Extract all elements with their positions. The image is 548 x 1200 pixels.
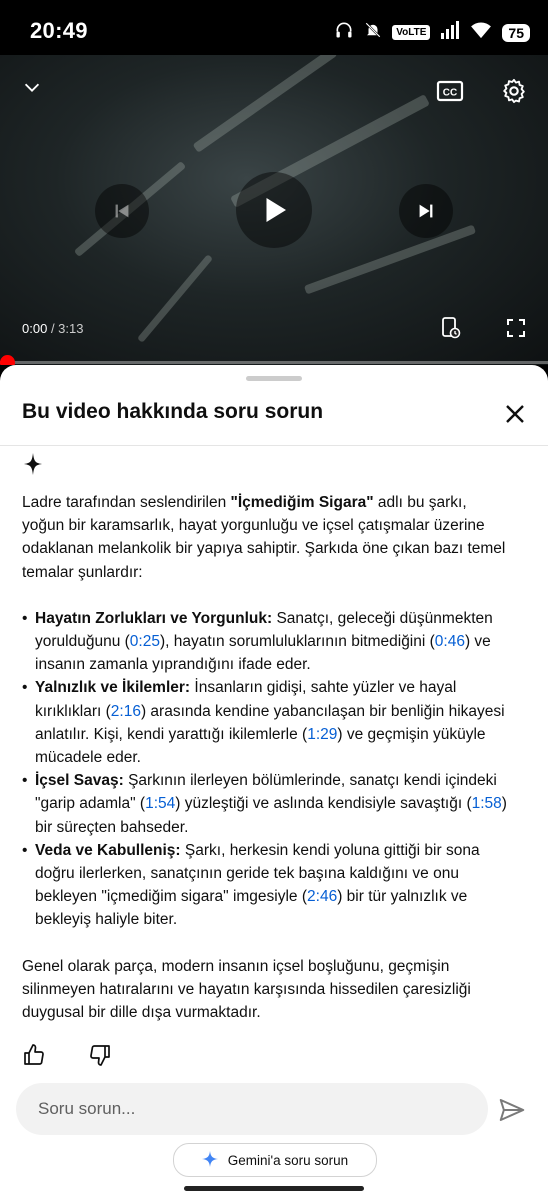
list-item: İçsel Savaş: Şarkının ilerleyen bölümler…	[22, 769, 512, 839]
ask-about-video-sheet: Bu video hakkında soru sorun Ladre taraf…	[0, 365, 548, 1200]
captions-icon[interactable]: CC	[434, 75, 466, 107]
timestamp-link[interactable]: 2:46	[307, 888, 337, 905]
list-item-text: ), hayatın sorumluluklarının bitmediğini…	[159, 633, 435, 651]
battery-icon: 75	[502, 23, 530, 42]
list-item-heading: İçsel Savaş:	[35, 772, 124, 790]
sparkle-icon	[22, 451, 44, 482]
thumbs-down-icon[interactable]	[86, 1041, 114, 1069]
list-item: Veda ve Kabulleniş: Şarkı, herkesin kend…	[22, 839, 512, 932]
list-item-heading: Veda ve Kabulleniş:	[35, 841, 181, 859]
question-input-container	[16, 1083, 488, 1135]
intro-text: Ladre tarafından seslendirilen	[22, 494, 231, 511]
volte-badge: VoLTE	[392, 25, 431, 40]
list-item: Hayatın Zorlukları ve Yorgunluk: Sanatçı…	[22, 607, 512, 677]
sheet-title: Bu video hakkında soru sorun	[22, 400, 324, 423]
song-title: "İçmediğim Sigara"	[230, 494, 374, 511]
play-icon[interactable]	[236, 172, 312, 248]
list-item-heading: Yalnızlık ve İkilemler:	[35, 679, 191, 697]
svg-text:CC: CC	[443, 88, 457, 99]
timestamp-link[interactable]: 0:46	[435, 633, 465, 650]
ask-gemini-label: Gemini'a soru sorun	[227, 1152, 349, 1168]
bell-off-icon	[364, 20, 382, 45]
ask-gemini-button[interactable]: Gemini'a soru sorun	[173, 1143, 377, 1177]
video-player[interactable]: CC 0:00 / 3:13	[0, 55, 548, 365]
duration: / 3:13	[50, 321, 84, 336]
fullscreen-icon[interactable]	[503, 315, 529, 341]
video-frame-detail	[303, 224, 477, 295]
timestamp-link[interactable]: 1:54	[145, 795, 175, 812]
conclusion-paragraph: Genel olarak parça, modern insanın içsel…	[22, 957, 471, 1022]
chevron-down-icon[interactable]	[18, 73, 46, 101]
status-icons: VoLTE 75	[334, 20, 530, 45]
progress-bar[interactable]	[0, 361, 548, 364]
timestamp-link[interactable]: 2:16	[111, 703, 141, 720]
system-navigation-handle[interactable]	[184, 1186, 364, 1191]
signal-icon	[440, 21, 460, 44]
settings-icon[interactable]	[498, 75, 530, 107]
answer-content: Ladre tarafından seslendirilen "İçmediği…	[22, 491, 512, 1024]
intro-paragraph: Ladre tarafından seslendirilen "İçmediği…	[22, 491, 512, 584]
list-item-heading: Hayatın Zorlukları ve Yorgunluk:	[35, 609, 273, 627]
headphones-icon	[334, 20, 354, 45]
status-bar: 20:49 VoLTE 75	[0, 0, 548, 62]
time-display: 0:00 / 3:13	[22, 321, 83, 336]
previous-icon[interactable]	[95, 184, 149, 238]
divider	[0, 445, 548, 446]
progress-scrubber[interactable]	[0, 355, 15, 365]
status-time: 20:49	[30, 18, 88, 43]
current-time: 0:00	[22, 321, 48, 336]
next-icon[interactable]	[399, 184, 453, 238]
video-frame-detail	[136, 254, 214, 343]
question-input[interactable]	[16, 1083, 458, 1135]
timestamp-link[interactable]: 1:29	[307, 726, 337, 743]
drag-handle[interactable]	[246, 376, 302, 381]
wifi-icon	[470, 21, 492, 44]
thumbs-up-icon[interactable]	[20, 1041, 48, 1069]
add-to-queue-icon[interactable]	[438, 315, 464, 341]
video-frame-detail	[192, 55, 338, 153]
gemini-icon	[201, 1150, 218, 1170]
send-icon[interactable]	[495, 1093, 529, 1127]
timestamp-link[interactable]: 1:58	[472, 795, 502, 812]
list-item: Yalnızlık ve İkilemler: İnsanların gidiş…	[22, 676, 512, 769]
list-item-text: ) yüzleştiği ve aslında kendisiyle savaş…	[175, 795, 472, 813]
timestamp-link[interactable]: 0:25	[130, 633, 160, 650]
close-icon[interactable]	[500, 399, 530, 429]
theme-list: Hayatın Zorlukları ve Yorgunluk: Sanatçı…	[22, 607, 512, 932]
